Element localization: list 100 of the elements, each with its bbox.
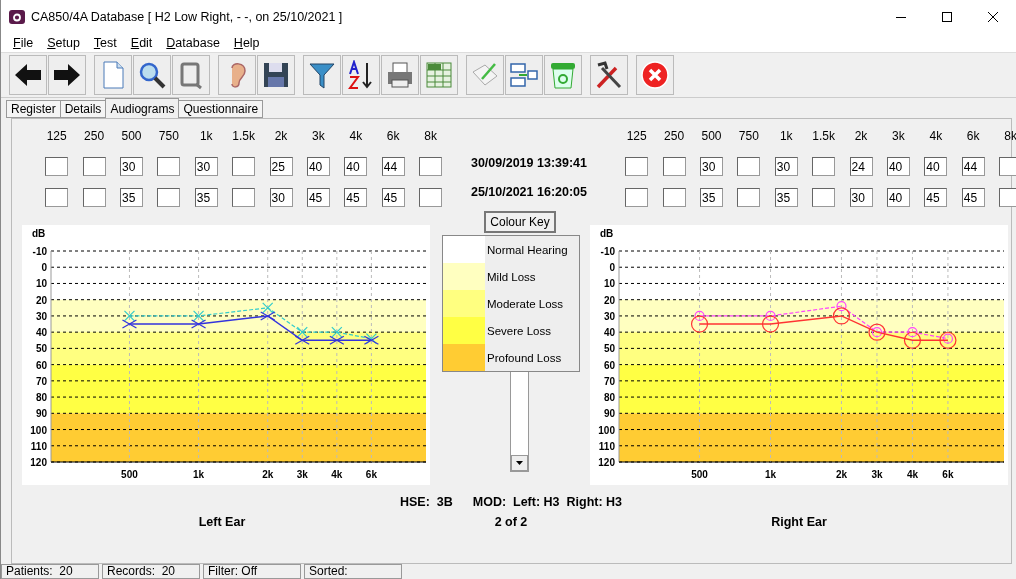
menu-item[interactable]: File bbox=[7, 36, 40, 50]
menu-item[interactable]: Help bbox=[227, 36, 266, 50]
frequency-label: 6k bbox=[965, 129, 981, 145]
threshold-field[interactable]: 35 bbox=[774, 188, 798, 207]
threshold-field[interactable] bbox=[625, 188, 649, 207]
axis-label: dB bbox=[32, 228, 46, 239]
flow-button[interactable] bbox=[505, 55, 543, 95]
threshold-field[interactable]: 44 bbox=[381, 157, 405, 176]
threshold-field[interactable]: 40 bbox=[344, 157, 368, 176]
cross-marker bbox=[191, 319, 207, 329]
scroll-down-button[interactable] bbox=[510, 455, 528, 471]
tick-label: 6k bbox=[942, 469, 954, 480]
menu-item[interactable]: Database bbox=[160, 36, 226, 50]
save-button[interactable] bbox=[257, 55, 295, 95]
threshold-field[interactable]: 45 bbox=[381, 188, 405, 207]
threshold-field[interactable] bbox=[232, 188, 256, 207]
threshold-field[interactable] bbox=[82, 157, 106, 176]
threshold-field[interactable]: 30 bbox=[774, 157, 798, 176]
scroll-bar[interactable] bbox=[509, 372, 529, 472]
threshold-field[interactable]: 30 bbox=[849, 188, 873, 207]
threshold-field[interactable] bbox=[662, 157, 686, 176]
tick-label: 3k bbox=[871, 469, 883, 480]
export-button[interactable] bbox=[420, 55, 458, 95]
tick-label: 20 bbox=[35, 294, 47, 306]
threshold-field[interactable]: 45 bbox=[924, 188, 948, 207]
threshold-field[interactable]: 35 bbox=[699, 188, 723, 207]
threshold-field[interactable] bbox=[419, 188, 443, 207]
back-button[interactable] bbox=[9, 55, 47, 95]
threshold-field[interactable]: 45 bbox=[961, 188, 985, 207]
threshold-field[interactable] bbox=[419, 157, 443, 176]
threshold-field[interactable]: 30 bbox=[699, 157, 723, 176]
tools-button[interactable] bbox=[590, 55, 628, 95]
threshold-field[interactable] bbox=[157, 188, 181, 207]
tab[interactable]: Audiograms bbox=[105, 98, 180, 118]
threshold-field[interactable] bbox=[737, 157, 761, 176]
threshold-field[interactable]: 35 bbox=[194, 188, 218, 207]
threshold-field[interactable] bbox=[812, 188, 836, 207]
threshold-field[interactable] bbox=[625, 157, 649, 176]
cross-marker bbox=[329, 335, 345, 345]
frequency-label: 4k bbox=[928, 129, 944, 145]
frequency-label: 8k bbox=[423, 129, 438, 145]
cross-marker bbox=[123, 310, 136, 322]
tick-label: 100 bbox=[598, 424, 615, 436]
threshold-field[interactable] bbox=[737, 188, 761, 207]
colour-key-button[interactable]: Colour Key bbox=[484, 211, 556, 233]
threshold-field[interactable] bbox=[999, 188, 1016, 207]
key-label: Moderate Loss bbox=[487, 297, 564, 310]
menu-item[interactable]: Test bbox=[87, 36, 123, 50]
threshold-field[interactable]: 40 bbox=[886, 188, 910, 207]
tick-label: 4k bbox=[331, 469, 343, 480]
tick-label: 1k bbox=[193, 469, 205, 480]
menu-item[interactable]: Edit bbox=[124, 36, 159, 50]
window-title: CA850/4A Database [ H2 Low Right, - -, on 25/10/2021 ] bbox=[31, 10, 344, 24]
frequency-label: 750 bbox=[157, 129, 180, 145]
threshold-field[interactable] bbox=[999, 157, 1016, 176]
threshold-field[interactable]: 45 bbox=[344, 188, 368, 207]
threshold-field[interactable]: 45 bbox=[306, 188, 330, 207]
tick-label: 4k bbox=[906, 469, 918, 480]
threshold-field[interactable] bbox=[662, 188, 686, 207]
cross-marker bbox=[193, 310, 205, 322]
tab[interactable]: Register bbox=[6, 100, 61, 118]
threshold-field[interactable] bbox=[232, 157, 256, 176]
search-button[interactable] bbox=[133, 55, 171, 95]
threshold-field[interactable]: 44 bbox=[961, 157, 985, 176]
session-date: 30/09/2019 13:39:41 bbox=[470, 156, 588, 170]
threshold-field[interactable] bbox=[45, 157, 69, 176]
tick-label: 2k bbox=[835, 469, 848, 480]
print-button[interactable] bbox=[381, 55, 419, 95]
tick-label: 90 bbox=[603, 408, 615, 420]
tab[interactable]: Details bbox=[59, 100, 107, 118]
threshold-field[interactable]: 30 bbox=[119, 157, 143, 176]
threshold-field[interactable]: 30 bbox=[194, 157, 218, 176]
threshold-field[interactable] bbox=[812, 157, 836, 176]
threshold-field[interactable]: 25 bbox=[269, 157, 293, 176]
threshold-field[interactable]: 40 bbox=[306, 157, 330, 176]
cross-marker bbox=[331, 326, 343, 338]
filter-button[interactable] bbox=[303, 55, 341, 95]
threshold-field[interactable]: 30 bbox=[269, 188, 293, 207]
threshold-field[interactable] bbox=[157, 157, 181, 176]
threshold-field[interactable]: 40 bbox=[924, 157, 948, 176]
threshold-field[interactable] bbox=[82, 188, 106, 207]
tick-label: 70 bbox=[603, 375, 615, 387]
frame-button[interactable] bbox=[172, 55, 210, 95]
close-button[interactable] bbox=[636, 55, 674, 95]
delete-button[interactable] bbox=[544, 55, 582, 95]
forward-button[interactable] bbox=[48, 55, 86, 95]
frequency-label: 1k bbox=[198, 129, 214, 145]
frequency-label: 3k bbox=[891, 129, 906, 145]
threshold-field[interactable] bbox=[45, 188, 69, 207]
threshold-field[interactable]: 35 bbox=[119, 188, 143, 207]
tick-label: 3k bbox=[296, 469, 308, 480]
tab[interactable]: Questionnaire bbox=[178, 100, 264, 118]
tick-label: 50 bbox=[35, 343, 47, 355]
threshold-field[interactable]: 24 bbox=[849, 157, 873, 176]
cross-marker bbox=[296, 326, 308, 338]
axis-label: dB bbox=[600, 228, 614, 239]
menu-item[interactable]: Setup bbox=[41, 36, 86, 50]
tick-label: 90 bbox=[35, 408, 47, 420]
sort-button[interactable] bbox=[342, 55, 380, 95]
threshold-field[interactable]: 40 bbox=[886, 157, 910, 176]
